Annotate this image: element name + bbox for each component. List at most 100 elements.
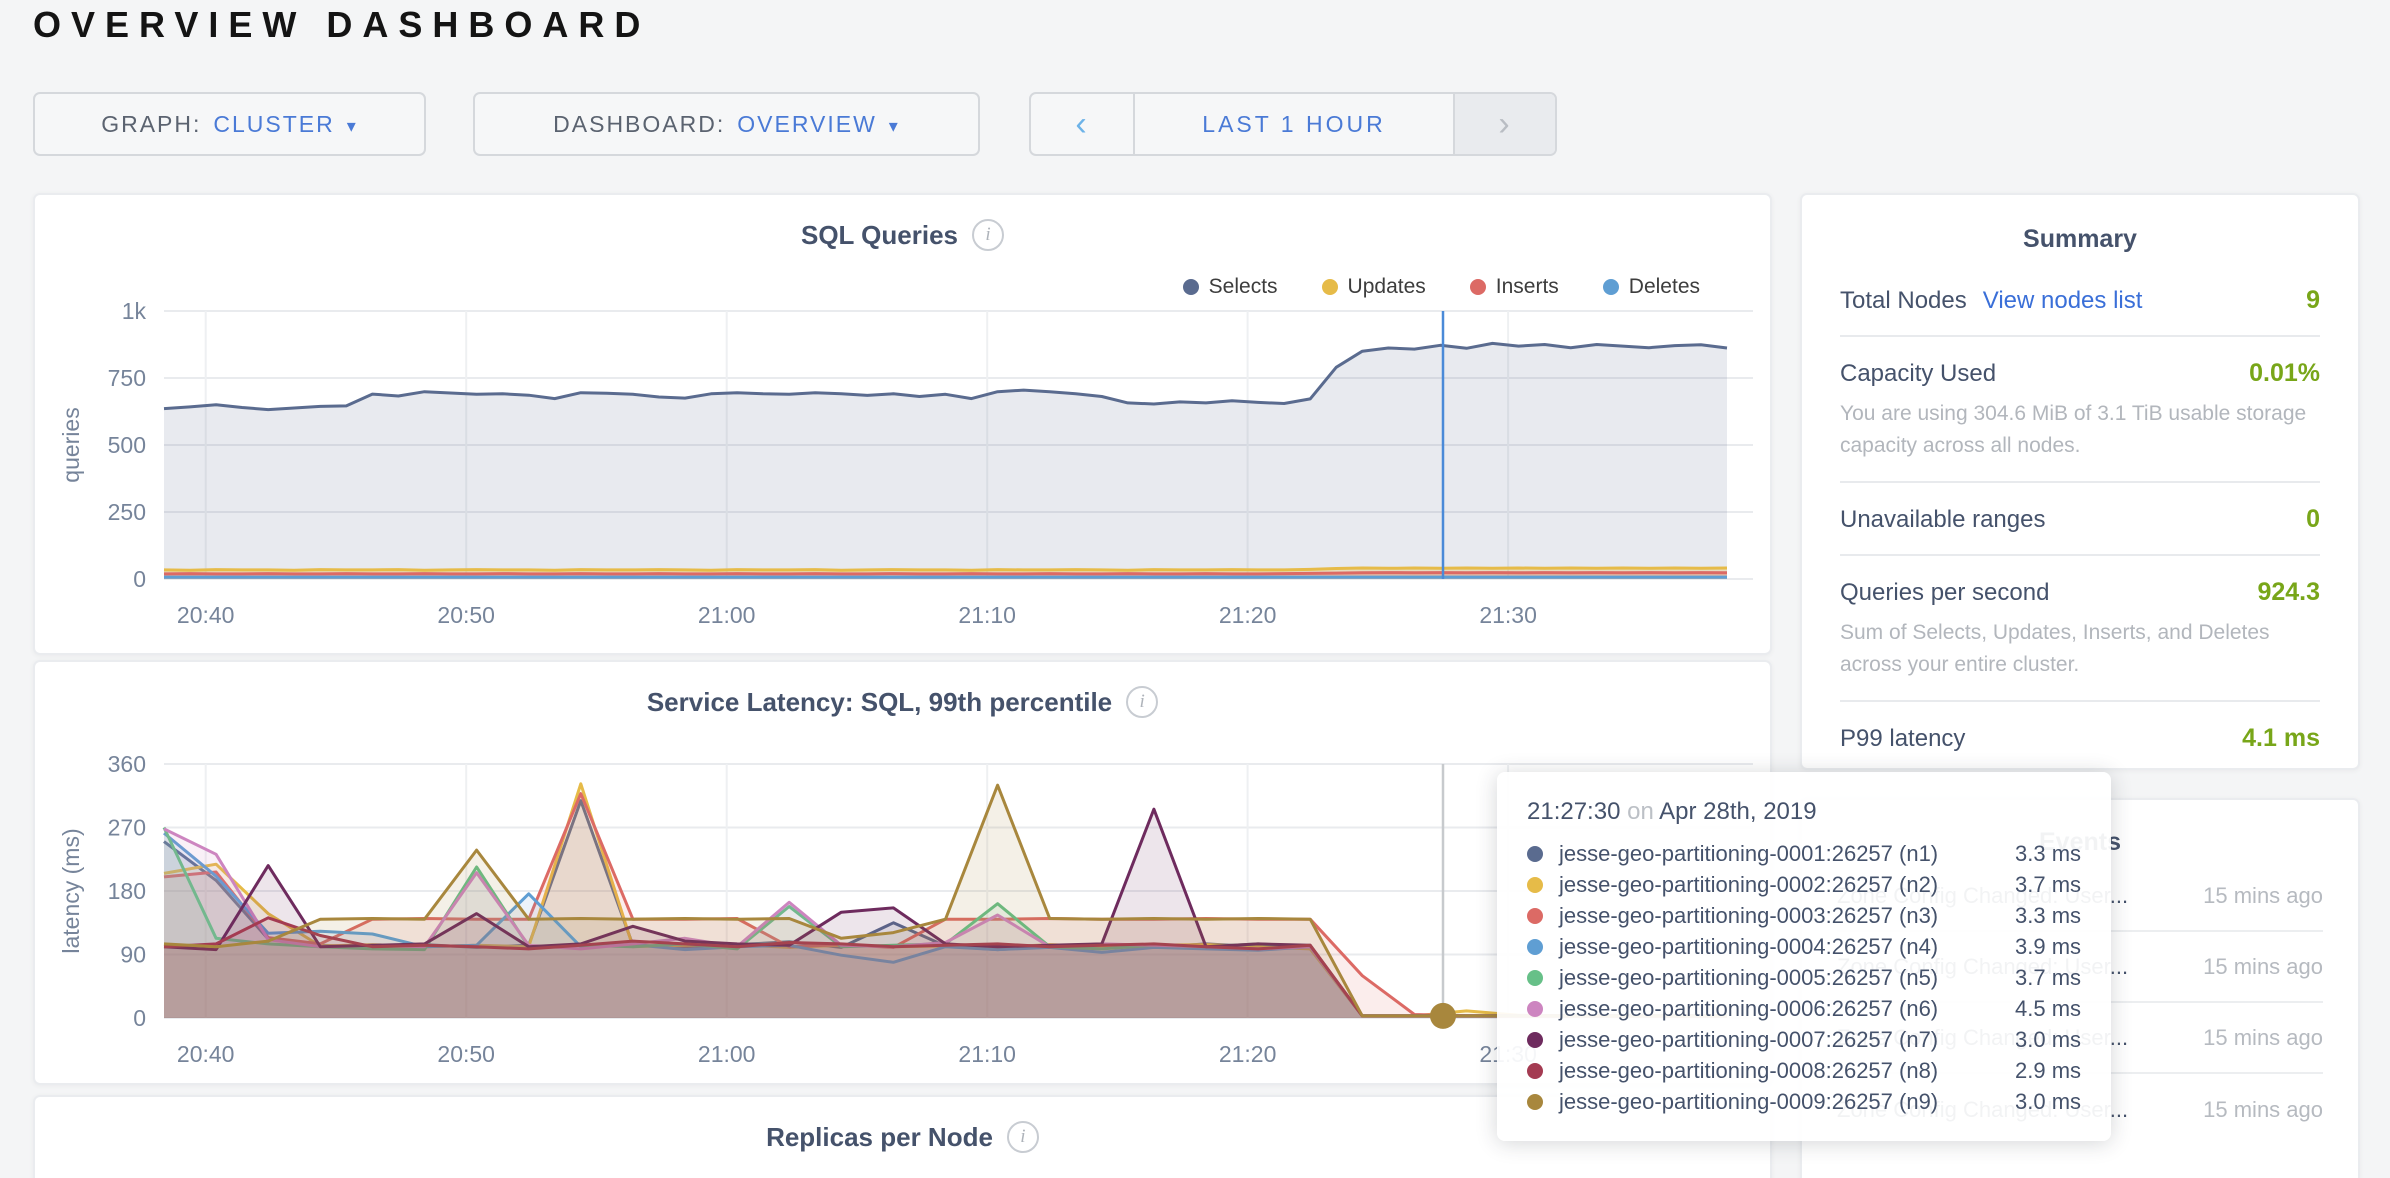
p99-latency-value: 4.1 ms [2242, 724, 2320, 753]
sql-queries-chart[interactable]: 02505007501k20:4020:5021:0021:1021:2021:… [49, 291, 1759, 641]
queries-per-second-description: Sum of Selects, Updates, Inserts, and De… [1840, 617, 2320, 680]
dashboard-dropdown-label: DASHBOARD: [553, 111, 725, 138]
tooltip-node-name: jesse-geo-partitioning-0001:26257 (n1) [1559, 841, 1999, 867]
svg-text:0: 0 [133, 566, 146, 592]
summary-panel: Summary Total Nodes View nodes list 9 Ca… [1800, 193, 2360, 770]
event-timestamp: 15 mins ago [2173, 881, 2323, 911]
series-dot-icon [1527, 908, 1543, 924]
info-icon[interactable]: i [1126, 686, 1158, 718]
svg-text:250: 250 [108, 499, 146, 525]
tooltip-row: jesse-geo-partitioning-0003:26257 (n3)3.… [1527, 900, 2111, 931]
tooltip-node-value: 2.9 ms [2015, 1058, 2081, 1084]
view-nodes-list-link[interactable]: View nodes list [1983, 287, 2143, 315]
series-dot-icon [1527, 939, 1543, 955]
page-title: OVERVIEW DASHBOARD [33, 4, 650, 46]
chevron-down-icon: ▾ [347, 112, 358, 137]
event-timestamp: 15 mins ago [2173, 1023, 2323, 1053]
summary-title: Summary [1840, 225, 2320, 254]
svg-text:1k: 1k [122, 298, 147, 324]
tooltip-on: on [1627, 798, 1654, 825]
summary-row-queries-per-second: Queries per second 924.3 Sum of Selects,… [1840, 556, 2320, 702]
capacity-used-label: Capacity Used [1840, 360, 1996, 388]
svg-text:360: 360 [108, 751, 146, 777]
svg-text:queries: queries [58, 407, 84, 482]
dashboard-dropdown[interactable]: DASHBOARD: OVERVIEW ▾ [473, 92, 980, 156]
svg-text:20:40: 20:40 [177, 1041, 235, 1067]
sql-queries-panel: SQL Queries i SelectsUpdatesInsertsDelet… [33, 193, 1772, 655]
queries-per-second-value: 924.3 [2257, 578, 2320, 607]
svg-text:20:40: 20:40 [177, 602, 235, 628]
summary-row-capacity-used: Capacity Used 0.01% You are using 304.6 … [1840, 337, 2320, 483]
svg-text:21:00: 21:00 [698, 602, 756, 628]
time-window-selector: ‹ LAST 1 HOUR › [1029, 92, 1557, 156]
service-latency-title: Service Latency: SQL, 99th percentile [647, 687, 1112, 718]
graph-dropdown[interactable]: GRAPH: CLUSTER ▾ [33, 92, 426, 156]
tooltip-node-name: jesse-geo-partitioning-0005:26257 (n5) [1559, 965, 1999, 991]
tooltip-node-name: jesse-geo-partitioning-0002:26257 (n2) [1559, 872, 1999, 898]
total-nodes-value: 9 [2306, 286, 2320, 315]
event-timestamp: 15 mins ago [2173, 952, 2323, 982]
summary-row-p99-latency: P99 latency 4.1 ms [1840, 702, 2320, 773]
svg-text:500: 500 [108, 432, 146, 458]
info-icon[interactable]: i [972, 219, 1004, 251]
svg-text:20:50: 20:50 [437, 1041, 495, 1067]
tooltip-node-value: 4.5 ms [2015, 996, 2081, 1022]
time-window-label[interactable]: LAST 1 HOUR [1135, 94, 1453, 154]
svg-text:21:20: 21:20 [1219, 1041, 1277, 1067]
tooltip-node-name: jesse-geo-partitioning-0003:26257 (n3) [1559, 903, 1999, 929]
tooltip-node-name: jesse-geo-partitioning-0006:26257 (n6) [1559, 996, 1999, 1022]
chevron-down-icon: ▾ [889, 112, 900, 137]
svg-text:latency (ms): latency (ms) [58, 828, 84, 953]
tooltip-node-name: jesse-geo-partitioning-0008:26257 (n8) [1559, 1058, 1999, 1084]
info-icon[interactable]: i [1007, 1121, 1039, 1153]
tooltip-row: jesse-geo-partitioning-0001:26257 (n1) 3.… [1527, 838, 2111, 869]
chevron-left-icon: ‹ [1075, 105, 1088, 144]
tooltip-date: Apr 28th, 2019 [1659, 798, 1816, 825]
tooltip-row: jesse-geo-partitioning-0007:26257 (n7) 3.… [1527, 1024, 2111, 1055]
svg-text:21:20: 21:20 [1219, 602, 1277, 628]
tooltip-row: jesse-geo-partitioning-0005:26257 (n5) 3.… [1527, 962, 2111, 993]
tooltip-rows: jesse-geo-partitioning-0001:26257 (n1) 3.… [1527, 838, 2111, 1117]
svg-text:270: 270 [108, 815, 146, 841]
capacity-used-value: 0.01% [2249, 359, 2320, 388]
svg-text:21:10: 21:10 [958, 1041, 1016, 1067]
graph-dropdown-value: CLUSTER [213, 111, 334, 138]
series-dot-icon [1527, 970, 1543, 986]
dashboard-dropdown-value: OVERVIEW [737, 111, 877, 138]
tooltip-node-value: 3.7 ms [2015, 965, 2081, 991]
series-dot-icon [1527, 877, 1543, 893]
total-nodes-label: Total Nodes [1840, 287, 1967, 315]
tooltip-node-name: jesse-geo-partitioning-0009:26257 (n9) [1559, 1089, 1999, 1115]
svg-text:21:00: 21:00 [698, 1041, 756, 1067]
event-timestamp: 15 mins ago [2173, 1095, 2323, 1125]
series-dot-icon [1527, 1001, 1543, 1017]
tooltip-node-value: 3.9 ms [2015, 934, 2081, 960]
svg-text:90: 90 [120, 942, 146, 968]
tooltip-row: jesse-geo-partitioning-0004:26257 (n4) 3.… [1527, 931, 2111, 962]
unavailable-ranges-label: Unavailable ranges [1840, 506, 2045, 534]
p99-latency-label: P99 latency [1840, 725, 1965, 753]
svg-text:21:30: 21:30 [1479, 602, 1537, 628]
tooltip-header: 21:27:30 on Apr 28th, 2019 [1527, 798, 2111, 826]
replicas-per-node-title: Replicas per Node [766, 1122, 993, 1153]
tooltip-node-name: jesse-geo-partitioning-0007:26257 (n7) [1559, 1027, 1999, 1053]
svg-text:0: 0 [133, 1005, 146, 1031]
tooltip-row: jesse-geo-partitioning-0002:26257 (n2)3.… [1527, 869, 2111, 900]
series-dot-icon [1527, 1032, 1543, 1048]
series-dot-icon [1527, 1094, 1543, 1110]
tooltip-node-value: 3.0 ms [2015, 1027, 2081, 1053]
time-window-next-button[interactable]: › [1453, 94, 1555, 154]
chevron-right-icon: › [1498, 105, 1511, 144]
time-window-prev-button[interactable]: ‹ [1031, 94, 1135, 154]
queries-per-second-label: Queries per second [1840, 579, 2049, 607]
tooltip-time: 21:27:30 [1527, 798, 1620, 825]
svg-text:21:10: 21:10 [958, 602, 1016, 628]
tooltip-row: jesse-geo-partitioning-0008:26257 (n8) 2.… [1527, 1055, 2111, 1086]
chart-hover-tooltip: 21:27:30 on Apr 28th, 2019 jesse-geo-par… [1497, 772, 2111, 1141]
tooltip-node-name: jesse-geo-partitioning-0004:26257 (n4) [1559, 934, 1999, 960]
graph-dropdown-label: GRAPH: [101, 111, 201, 138]
tooltip-node-value: 3.0 ms [2015, 1089, 2081, 1115]
sql-queries-title: SQL Queries [801, 220, 958, 251]
tooltip-node-value: 3.3 ms [2015, 841, 2081, 867]
tooltip-row: jesse-geo-partitioning-0006:26257 (n6) 4.… [1527, 993, 2111, 1024]
